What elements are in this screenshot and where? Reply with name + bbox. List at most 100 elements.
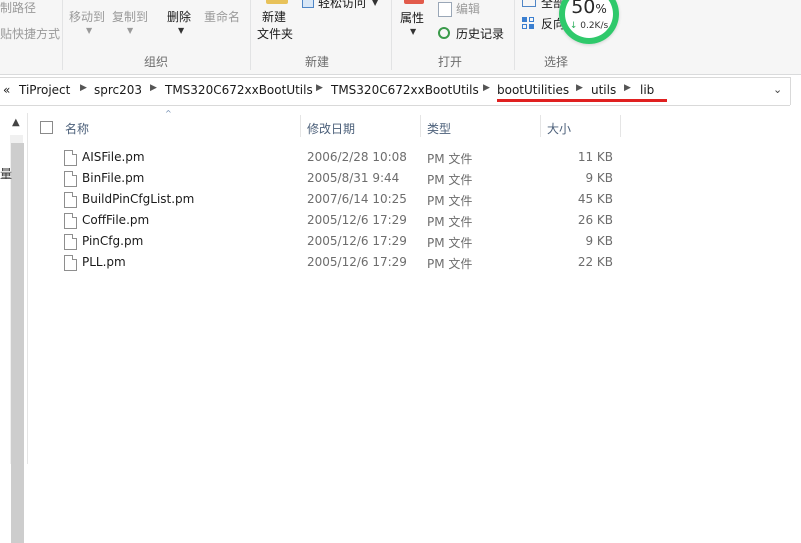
group-organize-label: 组织 <box>144 55 169 69</box>
file-type: PM 文件 <box>427 173 473 187</box>
nav-item-partial[interactable]: 量 <box>0 165 12 182</box>
file-type: PM 文件 <box>427 215 473 229</box>
column-divider[interactable] <box>300 115 301 137</box>
paste-shortcut-button[interactable]: 贴快捷方式 <box>0 26 60 42</box>
file-row[interactable]: AISFile.pm 2006/2/28 10:08 PM 文件 11 KB <box>60 148 660 169</box>
column-name[interactable]: 名称 <box>65 120 89 137</box>
chevron-down-icon: ▼ <box>178 26 185 35</box>
breadcrumb-item[interactable]: TMS320C672xxBootUtils <box>165 83 313 97</box>
file-name: BuildPinCfgList.pm <box>82 192 195 206</box>
column-divider[interactable] <box>540 115 541 137</box>
file-date: 2006/2/28 10:08 <box>307 150 407 164</box>
chevron-down-icon: ▼ <box>86 26 93 35</box>
file-name: CoffFile.pm <box>82 213 150 227</box>
easy-access-icon <box>302 0 314 8</box>
file-date: 2005/12/6 17:29 <box>307 213 407 227</box>
file-icon <box>64 213 77 229</box>
file-row[interactable]: PLL.pm 2005/12/6 17:29 PM 文件 22 KB <box>60 253 660 274</box>
file-icon <box>64 192 77 208</box>
ribbon-divider <box>250 0 251 70</box>
chevron-right-icon[interactable]: ▶ <box>483 83 490 93</box>
scroll-up-arrow-icon[interactable]: ▲ <box>12 117 20 128</box>
easy-access-button[interactable]: 轻松访问 <box>318 0 366 11</box>
navigation-pane: ▲ 量 <box>0 113 28 543</box>
file-row[interactable]: BuildPinCfgList.pm 2007/6/14 10:25 PM 文件… <box>60 190 660 211</box>
usage-percent: 50% <box>559 0 619 18</box>
chevron-down-icon: ▼ <box>127 26 134 35</box>
file-name: PLL.pm <box>82 255 126 269</box>
breadcrumb-item[interactable]: bootUtilities <box>497 83 569 97</box>
column-date[interactable]: 修改日期 <box>307 120 355 137</box>
group-open-label: 打开 <box>438 55 463 69</box>
file-size: 11 KB <box>577 150 613 164</box>
usage-percent-value: 50 <box>571 0 596 18</box>
chevron-down-icon[interactable]: ⌄ <box>773 83 782 96</box>
file-name: PinCfg.pm <box>82 234 144 248</box>
file-type: PM 文件 <box>427 236 473 250</box>
rename-button[interactable]: 重命名 <box>204 9 240 25</box>
new-folder-button[interactable]: 新建 <box>262 9 286 25</box>
breadcrumb-item[interactable]: utils <box>591 83 616 97</box>
new-folder-label: 文件夹 <box>257 27 294 41</box>
file-size: 26 KB <box>577 213 613 227</box>
file-row[interactable]: PinCfg.pm 2005/12/6 17:29 PM 文件 9 KB <box>60 232 660 253</box>
column-header: 名称 修改日期 类型 大小 <box>28 113 801 142</box>
file-row[interactable]: BinFile.pm 2005/8/31 9:44 PM 文件 9 KB <box>60 169 660 190</box>
ribbon-divider <box>391 0 392 70</box>
properties-icon <box>404 0 424 4</box>
file-icon <box>64 171 77 187</box>
file-type: PM 文件 <box>427 257 473 271</box>
edit-button[interactable]: 编辑 <box>456 1 480 17</box>
column-divider[interactable] <box>620 115 621 137</box>
file-date: 2005/12/6 17:29 <box>307 255 407 269</box>
file-icon <box>64 234 77 250</box>
file-icon <box>64 150 77 166</box>
file-icon <box>64 255 77 271</box>
file-name: AISFile.pm <box>82 150 145 164</box>
chevron-down-icon: ▼ <box>410 27 417 36</box>
address-bar[interactable]: « TiProject ▶ sprc203 ▶ TMS320C672xxBoot… <box>0 77 790 106</box>
chevron-down-icon: ▼ <box>372 0 379 7</box>
download-speed-value: 0.2K/s <box>580 21 609 31</box>
breadcrumb-item[interactable]: TiProject <box>19 83 70 97</box>
chevron-right-icon[interactable]: ▶ <box>624 83 631 93</box>
column-size[interactable]: 大小 <box>547 120 571 137</box>
file-size: 9 KB <box>585 234 613 248</box>
chevron-right-icon[interactable]: ▶ <box>80 83 87 93</box>
download-arrow-icon: ↓ <box>569 21 578 31</box>
ribbon: 制路径 贴快捷方式 移动到 ▼ 复制到 ▼ 删除 ▼ 重命名 组织 新建 文件夹… <box>0 0 801 75</box>
chevron-right-icon[interactable]: ▶ <box>316 83 323 93</box>
percent-sign: % <box>595 2 607 16</box>
file-size: 22 KB <box>577 255 613 269</box>
breadcrumb-item[interactable]: sprc203 <box>94 83 142 97</box>
column-divider[interactable] <box>420 115 421 137</box>
file-date: 2005/12/6 17:29 <box>307 234 407 248</box>
ribbon-divider <box>62 0 63 70</box>
history-button[interactable]: 历史记录 <box>456 26 504 42</box>
file-date: 2007/6/14 10:25 <box>307 192 407 206</box>
invert-selection-icon <box>522 17 536 31</box>
chevron-right-icon[interactable]: ▶ <box>150 83 157 93</box>
scrollbar-thumb[interactable] <box>11 143 24 543</box>
edit-icon <box>438 2 452 17</box>
file-size: 9 KB <box>585 171 613 185</box>
refresh-button[interactable] <box>790 77 801 105</box>
file-type: PM 文件 <box>427 194 473 208</box>
file-date: 2005/8/31 9:44 <box>307 171 400 185</box>
file-size: 45 KB <box>577 192 613 206</box>
chevron-right-icon[interactable]: ▶ <box>576 83 583 93</box>
file-row[interactable]: CoffFile.pm 2005/12/6 17:29 PM 文件 26 KB <box>60 211 660 232</box>
column-type[interactable]: 类型 <box>427 120 451 137</box>
breadcrumb-item[interactable]: TMS320C672xxBootUtils <box>331 83 479 97</box>
group-select-label: 选择 <box>544 55 569 69</box>
breadcrumb-overflow-button[interactable]: « <box>3 83 10 97</box>
download-speed: ↓ 0.2K/s <box>559 21 619 31</box>
copy-path-button[interactable]: 制路径 <box>0 0 36 16</box>
red-underline-annotation <box>497 99 667 102</box>
file-type: PM 文件 <box>427 152 473 166</box>
group-new-label: 新建 <box>305 55 330 69</box>
file-name: BinFile.pm <box>82 171 145 185</box>
folder-icon <box>266 0 288 4</box>
select-all-icon <box>522 0 536 7</box>
breadcrumb-item-current[interactable]: lib <box>640 83 654 97</box>
